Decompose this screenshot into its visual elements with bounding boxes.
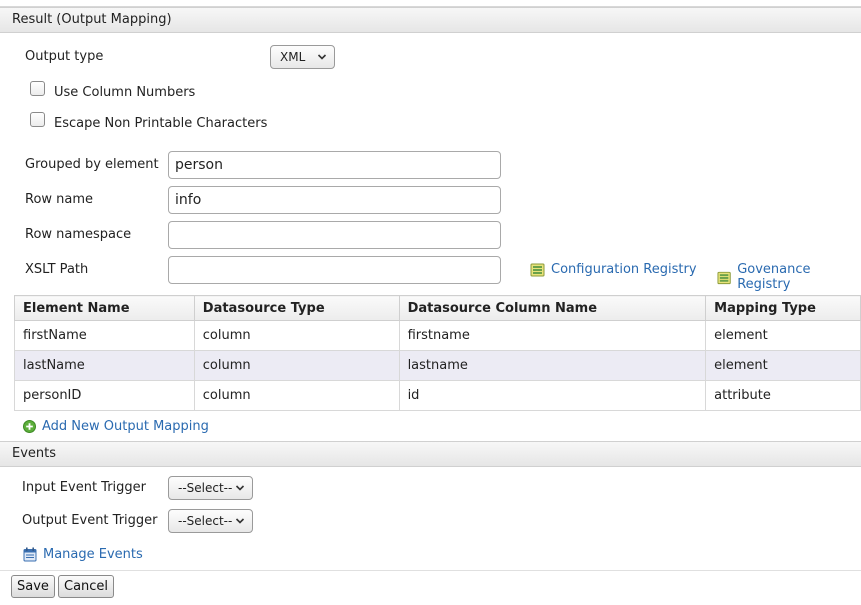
configuration-registry-link[interactable]: Configuration Registry bbox=[530, 262, 697, 277]
grouped-by-label: Grouped by element bbox=[25, 157, 159, 172]
table-row[interactable]: firstName column firstname element bbox=[14, 320, 861, 351]
output-event-trigger-label: Output Event Trigger bbox=[22, 513, 158, 528]
column-header: Datasource Column Name bbox=[398, 295, 707, 321]
table-cell: lastname bbox=[398, 350, 707, 381]
grouped-by-input[interactable]: person bbox=[168, 151, 501, 179]
table-cell: element bbox=[705, 320, 861, 351]
chevron-down-icon bbox=[317, 54, 327, 60]
use-column-numbers-label: Use Column Numbers bbox=[54, 85, 196, 100]
governance-registry-label: Govenance Registry bbox=[737, 262, 811, 292]
configuration-registry-label: Configuration Registry bbox=[551, 262, 697, 277]
manage-events-label: Manage Events bbox=[43, 547, 143, 562]
input-event-trigger-label: Input Event Trigger bbox=[22, 480, 147, 495]
table-cell: column bbox=[193, 320, 400, 351]
bottom-divider bbox=[0, 570, 861, 571]
table-cell: column bbox=[193, 380, 400, 411]
use-column-numbers-checkbox[interactable] bbox=[30, 81, 45, 96]
output-type-value: XML bbox=[280, 50, 306, 64]
output-event-trigger-value: --Select-- bbox=[178, 514, 233, 528]
table-row[interactable]: personID column id attribute bbox=[14, 380, 861, 411]
table-cell: lastName bbox=[14, 350, 195, 381]
table-cell: personID bbox=[14, 380, 195, 411]
chevron-down-icon bbox=[235, 518, 245, 524]
output-type-label: Output type bbox=[25, 49, 104, 64]
table-row[interactable]: lastName column lastname element bbox=[14, 350, 861, 381]
table-cell: column bbox=[193, 350, 400, 381]
row-name-label: Row name bbox=[25, 192, 94, 207]
result-section-header: Result (Output Mapping) bbox=[0, 7, 861, 33]
escape-non-printable-label: Escape Non Printable Characters bbox=[54, 116, 268, 131]
row-name-input[interactable]: info bbox=[168, 186, 501, 214]
manage-events-link[interactable]: Manage Events bbox=[23, 547, 143, 562]
chevron-down-icon bbox=[235, 485, 245, 491]
cancel-button[interactable]: Cancel bbox=[58, 575, 115, 598]
add-icon bbox=[23, 420, 36, 433]
table-cell: attribute bbox=[705, 380, 861, 411]
save-button[interactable]: Save bbox=[11, 575, 55, 598]
calendar-icon bbox=[23, 547, 37, 562]
escape-non-printable-checkbox[interactable] bbox=[30, 112, 45, 127]
governance-registry-link[interactable]: Govenance Registry bbox=[717, 262, 861, 292]
row-namespace-input[interactable] bbox=[168, 221, 501, 249]
registry-icon bbox=[530, 263, 545, 277]
input-event-trigger-select[interactable]: --Select-- bbox=[168, 476, 253, 500]
column-header: Datasource Type bbox=[193, 295, 400, 321]
table-cell: firstname bbox=[398, 320, 707, 351]
column-header: Mapping Type bbox=[705, 295, 861, 321]
output-type-select[interactable]: XML bbox=[270, 45, 335, 69]
table-cell: firstName bbox=[14, 320, 195, 351]
table-header-row: Element Name Datasource Type Datasource … bbox=[14, 295, 861, 321]
table-cell: element bbox=[705, 350, 861, 381]
add-output-mapping-link[interactable]: Add New Output Mapping bbox=[23, 419, 209, 434]
add-output-mapping-label: Add New Output Mapping bbox=[42, 419, 209, 434]
xslt-path-label: XSLT Path bbox=[25, 262, 89, 277]
output-mapping-table: Element Name Datasource Type Datasource … bbox=[14, 295, 861, 411]
input-event-trigger-value: --Select-- bbox=[178, 481, 233, 495]
xslt-path-input[interactable] bbox=[168, 256, 501, 284]
output-event-trigger-select[interactable]: --Select-- bbox=[168, 509, 253, 533]
table-cell: id bbox=[398, 380, 707, 411]
column-header: Element Name bbox=[14, 295, 195, 321]
registry-icon bbox=[717, 271, 731, 284]
row-namespace-label: Row namespace bbox=[25, 227, 132, 242]
events-section-header: Events bbox=[0, 441, 861, 467]
